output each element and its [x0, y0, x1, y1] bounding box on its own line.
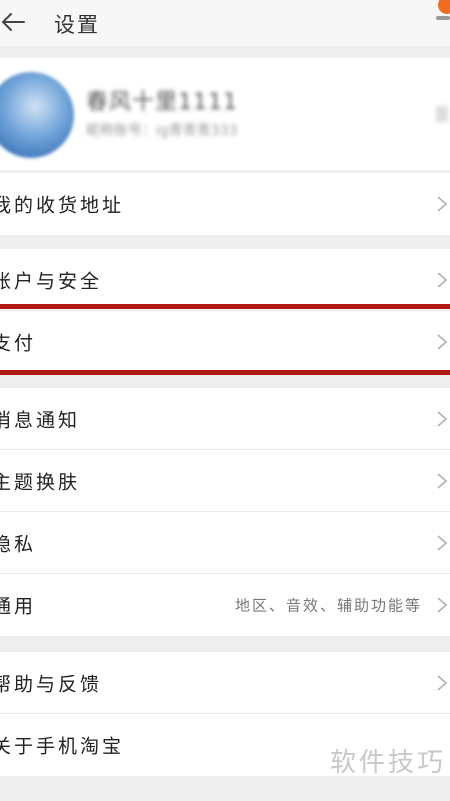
chevron-right-icon — [437, 674, 448, 691]
section-address: 我的收货地址 — [0, 173, 450, 235]
section-settings: 消息通知 主题换肤 隐私 通用 地区、音效、辅助功能等 — [0, 388, 450, 636]
chevron-right-icon — [437, 334, 448, 350]
row-label: 账户与安全 — [0, 270, 103, 292]
profile-card[interactable]: 春风十里1111 昵称账号：ig青青青333 — [0, 58, 450, 170]
row-label: 隐私 — [0, 533, 37, 555]
top-bar: 设置 — [0, 0, 450, 46]
row-label: 我的收货地址 — [0, 194, 125, 217]
watermark: 软件技巧 — [329, 748, 446, 778]
row-account-security[interactable]: 账户与安全 — [0, 249, 450, 311]
notification-dot-icon — [438, 0, 450, 14]
chevron-right-icon — [436, 106, 448, 122]
row-label: 消息通知 — [0, 409, 81, 431]
chevron-right-icon — [437, 196, 448, 212]
row-label: 主题换肤 — [0, 471, 81, 493]
row-shipping-address[interactable]: 我的收货地址 — [0, 173, 450, 235]
arrow-left-icon[interactable] — [0, 9, 26, 35]
row-privacy[interactable]: 隐私 — [0, 512, 450, 574]
profile-subinfo: 昵称账号：ig青青青333 — [86, 123, 238, 139]
menu-icon[interactable] — [436, 16, 450, 20]
row-value: 地区、音效、辅助功能等 — [234, 596, 422, 615]
row-theme[interactable]: 主题换肤 — [0, 450, 450, 512]
row-label: 帮助与反馈 — [0, 673, 103, 695]
avatar — [0, 72, 74, 158]
profile-username: 春风十里1111 — [86, 90, 238, 115]
section-security: 账户与安全 支付 — [0, 249, 450, 373]
chevron-right-icon — [437, 410, 448, 427]
chevron-right-icon — [437, 271, 448, 288]
row-help-feedback[interactable]: 帮助与反馈 — [0, 652, 450, 714]
highlight-line-bottom — [0, 370, 450, 375]
chevron-right-icon — [437, 472, 448, 489]
row-payment[interactable]: 支付 — [0, 311, 450, 373]
chevron-right-icon — [437, 597, 448, 613]
row-label: 支付 — [0, 332, 37, 355]
row-general[interactable]: 通用 地区、音效、辅助功能等 — [0, 574, 450, 636]
page-title: 设置 — [54, 13, 100, 37]
row-label: 通用 — [0, 595, 37, 618]
highlight-line-top — [0, 304, 450, 309]
chevron-right-icon — [437, 534, 448, 551]
row-notifications[interactable]: 消息通知 — [0, 388, 450, 450]
row-label: 关于手机淘宝 — [0, 735, 125, 758]
